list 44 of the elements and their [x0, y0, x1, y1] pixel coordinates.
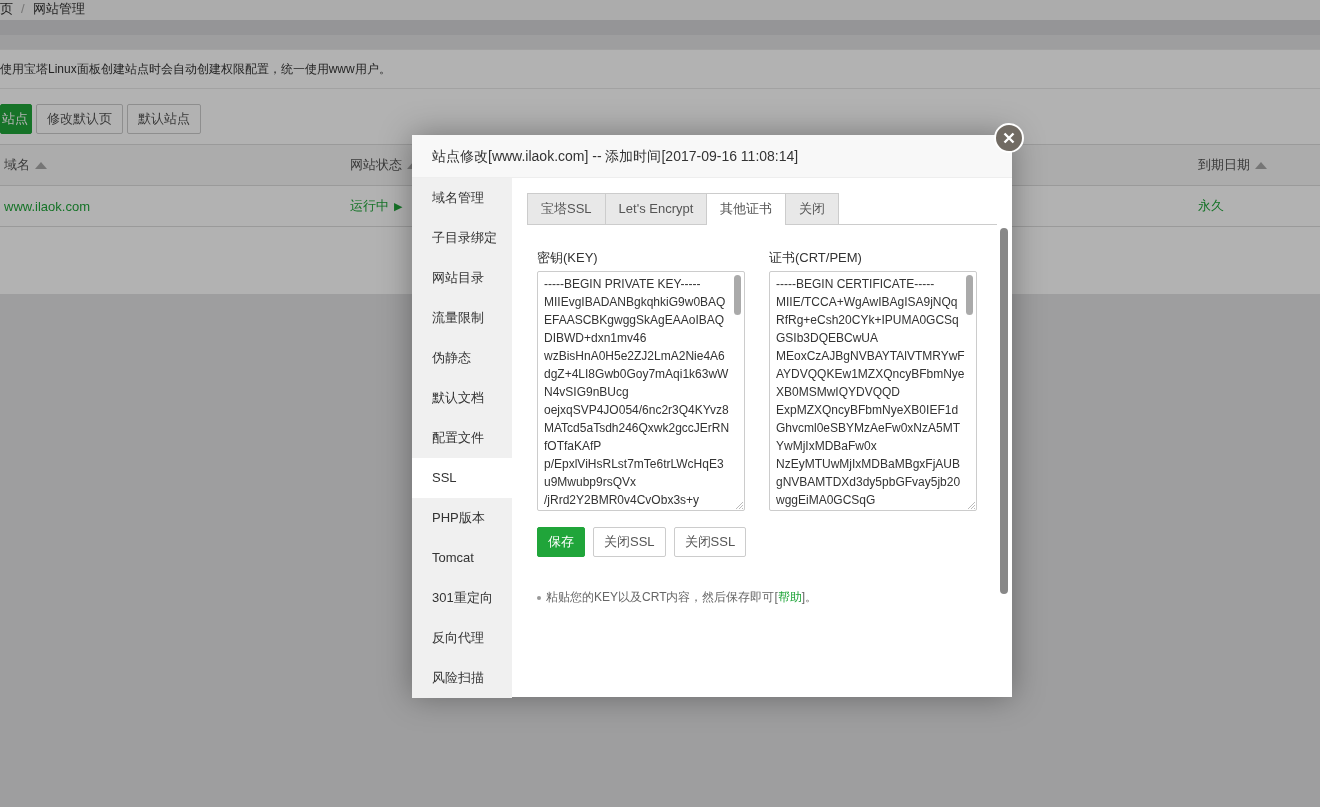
breadcrumb-current: 网站管理	[32, 0, 85, 18]
sidebar-item[interactable]: 网站目录	[412, 258, 512, 298]
scrollbar-thumb[interactable]	[734, 275, 741, 315]
sort-icon[interactable]	[1255, 161, 1267, 169]
notice-text: 使用宝塔Linux面板创建站点时会自动创建权限配置，统一使用www用户。	[0, 50, 1320, 89]
dialog-title: 站点修改[www.ilaok.com] -- 添加时间[2017-09-16 11:08:14]	[412, 135, 1012, 178]
action-button[interactable]: 关闭SSL	[673, 527, 747, 557]
bullet-icon	[537, 595, 541, 600]
column-header[interactable]: 到期日期	[1198, 156, 1250, 174]
sidebar-item[interactable]: 301重定向	[412, 578, 512, 618]
field-label: 证书(CRT/PEM)	[769, 249, 863, 267]
tab[interactable]: 关闭	[785, 193, 840, 224]
sidebar-item[interactable]: Tomcat	[412, 538, 512, 578]
sidebar-item[interactable]: PHP版本	[412, 498, 512, 538]
sidebar-item[interactable]: 伪静态	[412, 338, 512, 378]
field-label: 密钥(KEY)	[537, 249, 599, 267]
sidebar-item[interactable]: 配置文件	[412, 418, 512, 458]
breadcrumb-link[interactable]: 页	[0, 0, 13, 20]
tab[interactable]: Let's Encrypt	[604, 193, 708, 224]
sidebar-item[interactable]: 流量限制	[412, 298, 512, 338]
sidebar-item[interactable]: 子目录绑定	[412, 218, 512, 258]
column-header[interactable]: 域名	[4, 156, 30, 174]
column-header[interactable]: 网站状态	[350, 156, 402, 174]
expiry-text: 永久	[1198, 197, 1224, 215]
key-textarea[interactable]: -----BEGIN PRIVATE KEY----- MIIEvgIBADANBgkqhkiG9w0BAQ EFAASCBKgwggSkAgEAAoIBAQ DIBWD+dxn1mv46 wzBisHnA0H5e2ZJ2LmA2Nie4A6 dgZ+4LI8Gwb0Goy7mAqi1k63wW N4vSIG9nBUcg oejxqSVP4JO054/6nc2r3Q4KYvz8 MATcd5aTsdh246Qxwk2gccJErRN fOTfaKAfP p/EpxlViHsRLst7mTe6trLWcHqE3 u9Mwubp9rsQVx /jRrd2Y2BMR0v4CvObx3s+y	[537, 271, 745, 511]
tip-text: 粘贴您的KEY以及CRT内容，然后保存即可[帮助]。	[546, 589, 818, 606]
toolbar-button[interactable]: 修改默认页	[36, 104, 123, 134]
sidebar-item[interactable]: SSL	[412, 458, 512, 498]
action-button[interactable]: 关闭SSL	[593, 527, 666, 557]
toolbar-button[interactable]: 默认站点	[127, 104, 201, 134]
certificate-textarea[interactable]: -----BEGIN CERTIFICATE----- MIIE/TCCA+WgAwIBAgISA9jNQq RfRg+eCsh20CYk+IPUMA0GCSq GSIb3DQEBCwUA MEoxCzAJBgNVBAYTAlVTMRYwF AYDVQQKEw1MZXQncyBFbmNye XB0MSMwIQYDVQQD ExpMZXQncyBFbmNyeXB0IEF1d Ghvcml0eSBYMzAeFw0xNzA5MT YwMjIxMDBaFw0x NzEyMTUwMjIxMDBaMBgxFjAUB gNVBAMTDXd3dy5pbGFvay5jb20 wggEiMA0GCSqG	[769, 271, 977, 511]
sidebar-item[interactable]: 域名管理	[412, 178, 512, 218]
resize-grip-icon[interactable]	[968, 502, 975, 509]
sidebar-item[interactable]: 反向代理	[412, 618, 512, 658]
breadcrumb-separator: /	[21, 0, 25, 18]
resize-grip-icon[interactable]	[736, 502, 743, 509]
sidebar-item[interactable]: 默认文档	[412, 378, 512, 418]
tab[interactable]: 其他证书	[706, 193, 787, 225]
tab[interactable]: 宝塔SSL	[527, 193, 606, 224]
scrollbar-thumb[interactable]	[966, 275, 973, 315]
scrollbar-thumb[interactable]	[1000, 228, 1008, 594]
sidebar-item[interactable]: 风险扫描	[412, 658, 512, 698]
sort-icon[interactable]	[35, 161, 47, 169]
close-icon[interactable]	[1003, 132, 1015, 144]
